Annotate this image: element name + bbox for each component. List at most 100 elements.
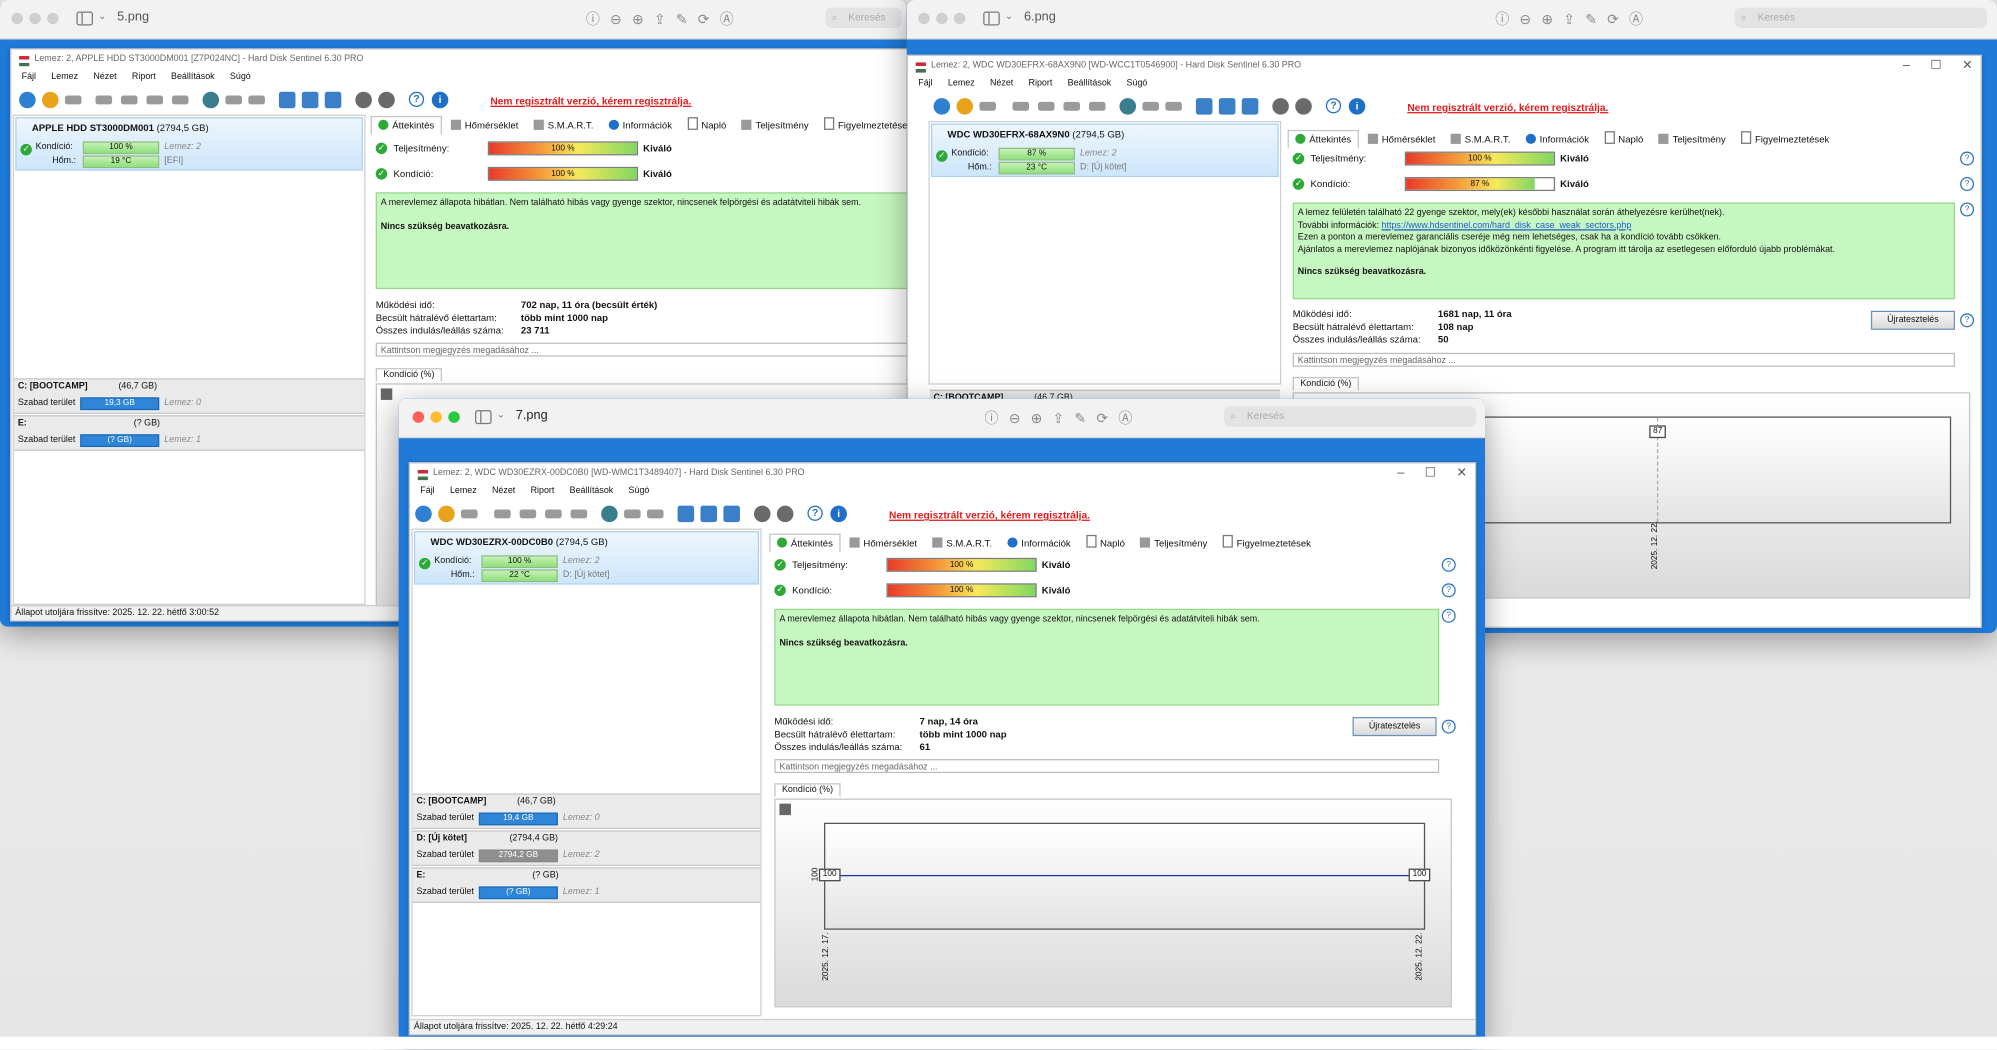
print-icon[interactable] [646, 509, 664, 519]
tab-log[interactable]: Napló [1598, 129, 1650, 148]
markup-icon[interactable]: ✎ [1585, 11, 1597, 28]
info-icon[interactable]: ⓘ [586, 9, 600, 29]
minimize-dot[interactable] [936, 12, 948, 25]
tools-icon[interactable] [1142, 101, 1159, 111]
help-icon[interactable]: ? [408, 91, 425, 107]
help-icon[interactable]: ? [1441, 719, 1456, 734]
network-icon[interactable] [202, 91, 220, 109]
help-icon[interactable]: ? [1960, 151, 1975, 166]
help-icon[interactable]: ? [1441, 608, 1456, 623]
tab-alerts[interactable]: Figyelmeztetések [1735, 129, 1836, 148]
menu-view[interactable]: Nézet [93, 73, 116, 82]
close-dot[interactable] [11, 12, 23, 25]
gear-icon[interactable] [753, 505, 771, 523]
menu-disk[interactable]: Lemez [51, 73, 78, 82]
disk-list-item[interactable]: WDC WD30EFRX-68AX9N0 (2794,5 GB) ✓ Kondí… [931, 123, 1279, 178]
tab-performance[interactable]: Teljesítmény [1652, 131, 1732, 148]
gear-icon[interactable] [355, 91, 372, 109]
advanced-gear-icon[interactable] [1295, 98, 1312, 115]
share-icon[interactable]: ⇪ [1053, 410, 1065, 426]
traffic-lights[interactable] [918, 12, 971, 27]
tab-performance[interactable]: Teljesítmény [1134, 535, 1214, 552]
zoom-in-icon[interactable]: ⊕ [1541, 11, 1553, 28]
menu-disk[interactable]: Lemez [450, 487, 477, 496]
search-input[interactable]: Keresés [825, 7, 902, 29]
menu-settings[interactable]: Beállítások [570, 487, 614, 496]
send-icon[interactable] [723, 505, 740, 523]
partition-item[interactable]: D: [Új kötet] (2794,4 GB) Szabad terület 2… [412, 830, 761, 867]
help-icon[interactable]: ? [1960, 313, 1975, 328]
share-icon[interactable]: ⇪ [654, 11, 666, 28]
chevron-down-icon[interactable]: ⌄ [1005, 10, 1014, 21]
disk-info-icon[interactable] [1088, 101, 1106, 111]
markup-icon[interactable]: ✎ [676, 11, 688, 28]
menu-report[interactable]: Riport [1029, 79, 1053, 88]
tab-info[interactable]: Információk [602, 117, 678, 134]
zoom-out-icon[interactable]: ⊖ [1519, 11, 1531, 28]
tab-overview[interactable]: Áttekintés [769, 533, 841, 553]
help-icon[interactable]: ? [1441, 583, 1456, 598]
report-icon[interactable] [677, 505, 695, 523]
close-dot[interactable] [412, 411, 425, 423]
chevron-down-icon[interactable]: ⌄ [497, 409, 506, 420]
tab-smart[interactable]: S.M.A.R.T. [527, 117, 599, 134]
disk-list-item[interactable]: APPLE HDD ST3000DM001 (2794,5 GB) ✓ Kond… [15, 117, 363, 171]
refresh-icon[interactable] [933, 98, 951, 115]
menu-view[interactable]: Nézet [990, 79, 1013, 88]
weak-sectors-link[interactable]: https://www.hdsentinel.com/hard_disk_cas… [1382, 221, 1632, 230]
network-icon[interactable] [601, 505, 618, 523]
disk-test-icon[interactable] [494, 509, 511, 519]
advanced-gear-icon[interactable] [378, 91, 395, 109]
tab-alerts[interactable]: Figyelmeztetések [1216, 532, 1317, 551]
menu-settings[interactable]: Beállítások [1068, 79, 1112, 88]
menu-report[interactable]: Riport [531, 487, 555, 496]
menu-help[interactable]: Súgó [230, 73, 251, 82]
about-icon[interactable]: i [830, 505, 847, 523]
share-icon[interactable]: ⇪ [1563, 11, 1575, 28]
chart-tab[interactable]: Kondíció (%) [1292, 376, 1360, 391]
mail-icon[interactable] [1218, 98, 1236, 115]
help-icon[interactable]: ? [1960, 202, 1975, 217]
maximize-icon[interactable]: ☐ [1930, 59, 1941, 73]
close-dot[interactable] [918, 12, 930, 25]
disk-list-item[interactable]: WDC WD30EZRX-00DC0B0 (2794,5 GB) ✓ Kondí… [413, 531, 760, 585]
registration-link[interactable]: Nem regisztrált verzió, kérem regisztrál… [490, 96, 691, 107]
menu-view[interactable]: Nézet [492, 487, 515, 496]
annotate-icon[interactable]: Ⓐ [1629, 9, 1643, 29]
close-icon[interactable]: ✕ [1962, 59, 1973, 73]
sidebar-icon[interactable] [76, 11, 93, 26]
send-icon[interactable] [1241, 98, 1259, 115]
report-icon[interactable] [1195, 98, 1213, 115]
sidebar-icon[interactable] [475, 410, 492, 425]
tab-info[interactable]: Információk [1519, 131, 1595, 148]
menu-file[interactable]: Fájl [22, 73, 36, 82]
print-icon[interactable] [248, 95, 265, 105]
mail-icon[interactable] [301, 91, 319, 109]
tab-overview[interactable]: Áttekintés [370, 115, 442, 136]
print-icon[interactable] [1165, 101, 1182, 111]
search-input[interactable]: Keresés [1734, 7, 1987, 29]
tools-icon[interactable] [225, 95, 242, 105]
zoom-dot[interactable] [953, 12, 966, 25]
partition-item[interactable]: C: [BOOTCAMP] (46,7 GB) Szabad terület 19,… [412, 793, 761, 830]
refresh-all-icon[interactable] [956, 98, 974, 115]
menu-settings[interactable]: Beállítások [171, 73, 215, 82]
note-input[interactable]: Kattintson megjegyzés megadásához ... [1292, 352, 1955, 367]
report-icon[interactable] [278, 91, 296, 109]
tab-alerts[interactable]: Figyelmeztetések [818, 115, 907, 134]
zoom-out-icon[interactable]: ⊖ [610, 11, 622, 28]
help-icon[interactable]: ? [807, 505, 823, 521]
tab-log[interactable]: Napló [681, 115, 733, 134]
minimize-dot[interactable] [430, 411, 442, 423]
help-icon[interactable]: ? [1441, 557, 1456, 572]
tab-info[interactable]: Információk [1001, 535, 1077, 552]
tab-smart[interactable]: S.M.A.R.T. [926, 535, 998, 552]
help-icon[interactable]: ? [1325, 98, 1342, 114]
minimize-dot[interactable] [29, 12, 41, 25]
menu-disk[interactable]: Lemez [948, 79, 975, 88]
save-icon[interactable] [779, 803, 791, 816]
disk-info-icon[interactable] [171, 95, 189, 105]
about-icon[interactable]: i [431, 91, 449, 109]
disk-info-icon[interactable] [570, 509, 588, 519]
note-input[interactable]: Kattintson megjegyzés megadásához ... [375, 342, 907, 357]
